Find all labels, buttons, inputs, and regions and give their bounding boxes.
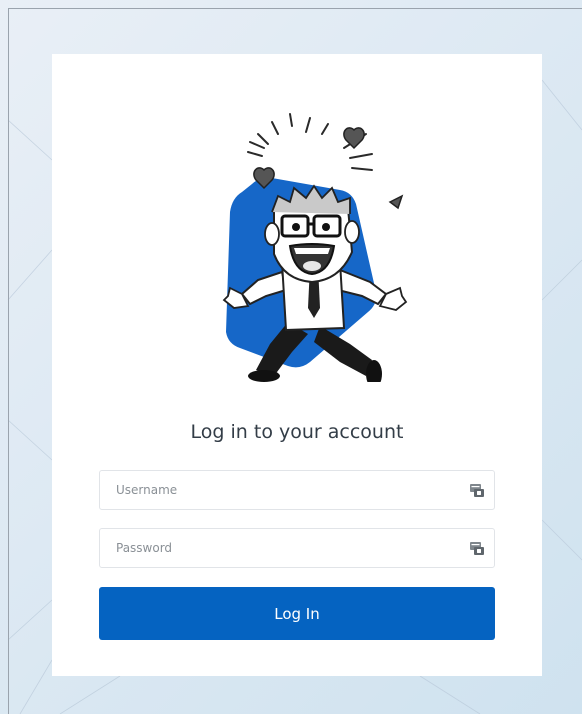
credential-card-icon — [470, 542, 484, 555]
login-title: Log in to your account — [190, 421, 404, 443]
credential-card-icon — [470, 484, 484, 497]
username-field[interactable] — [99, 470, 495, 510]
login-button[interactable]: Log In — [99, 587, 495, 640]
password-field[interactable] — [99, 528, 495, 568]
username-input[interactable] — [100, 471, 460, 509]
password-input[interactable] — [100, 529, 460, 567]
login-card: Log in to your account Log In — [52, 54, 542, 676]
mascot-illustration — [222, 113, 408, 382]
